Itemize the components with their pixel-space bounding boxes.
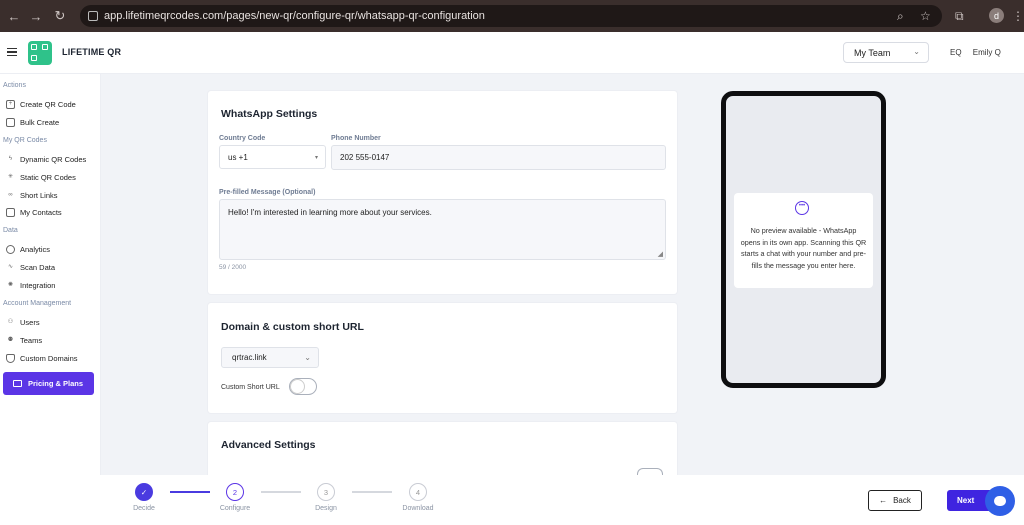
sidebar-item-static-qr[interactable]: ✳ Static QR Codes xyxy=(6,170,98,184)
sidebar-item-analytics[interactable]: Analytics xyxy=(6,242,98,256)
step-connector-2 xyxy=(261,491,301,493)
step-3-label: Design xyxy=(315,505,337,512)
address-bar[interactable]: app.lifetimeqrcodes.com/pages/new-qr/con… xyxy=(80,5,942,27)
user-initials: EQ xyxy=(950,48,962,57)
advanced-settings-card: Advanced Settings xyxy=(208,422,677,475)
sidebar-item-users[interactable]: ⚇ Users xyxy=(6,315,98,329)
grid-icon xyxy=(6,117,15,127)
users-icon: ⚉ xyxy=(7,337,14,343)
wizard-footer: ✓ Decide 2 Configure 3 Design 4 Download… xyxy=(0,475,1024,525)
section-actions: Actions xyxy=(3,82,26,89)
section-data: Data xyxy=(3,227,18,234)
custom-short-url-toggle[interactable] xyxy=(289,378,317,395)
section-account-management: Account Management xyxy=(3,300,72,307)
whatsapp-settings-card: WhatsApp Settings Country Code us +1 ▾ P… xyxy=(208,91,677,294)
step-connector-1 xyxy=(170,491,210,493)
integration-icon: ✺ xyxy=(7,282,14,288)
preview-message-box: ••• No preview available - WhatsApp open… xyxy=(734,193,873,288)
step-3-indicator[interactable]: 3 xyxy=(317,483,335,501)
pricing-plans-button[interactable]: Pricing & Plans xyxy=(3,372,94,395)
phone-preview: ••• No preview available - WhatsApp open… xyxy=(721,91,886,388)
user-name: Emily Q xyxy=(972,48,1001,57)
sidebar-item-integration[interactable]: ✺ Integration xyxy=(6,278,98,292)
back-arrow-icon[interactable]: ← xyxy=(6,8,22,24)
user-icon: ⚇ xyxy=(7,319,14,325)
static-icon: ✳ xyxy=(7,174,14,180)
link-icon: ∞ xyxy=(8,192,13,198)
step-2-label: Configure xyxy=(219,505,251,512)
sidebar: Actions + Create QR Code Bulk Create My Q… xyxy=(0,74,101,525)
contact-card-icon xyxy=(6,207,15,217)
sidebar-item-short-links[interactable]: ∞ Short Links xyxy=(6,188,98,202)
step-4-label: Download xyxy=(402,505,434,512)
chat-bubble-icon: ••• xyxy=(795,201,809,215)
sidebar-item-dynamic-qr[interactable]: ϟ Dynamic QR Codes xyxy=(6,152,98,166)
chevron-down-icon: ⌄ xyxy=(304,353,311,362)
activity-icon: ∿ xyxy=(7,264,14,270)
chevron-down-icon: ⌄ xyxy=(913,47,920,56)
main-content: WhatsApp Settings Country Code us +1 ▾ P… xyxy=(101,74,1024,475)
plus-square-icon: + xyxy=(6,99,15,109)
zoom-icon[interactable]: ⌕ xyxy=(897,9,904,23)
bolt-icon: ϟ xyxy=(8,156,13,162)
pie-chart-icon xyxy=(6,244,15,254)
sidebar-item-custom-domains[interactable]: Custom Domains xyxy=(6,351,98,365)
sidebar-item-teams[interactable]: ⚉ Teams xyxy=(6,333,98,347)
step-connector-3 xyxy=(352,491,392,493)
resize-handle-icon[interactable]: ◢ xyxy=(658,250,663,258)
user-menu[interactable]: EQ Emily Q xyxy=(950,48,1001,57)
browser-toolbar: ← → ↻ app.lifetimeqrcodes.com/pages/new-… xyxy=(0,0,1024,32)
domain-title: Domain & custom short URL xyxy=(221,321,364,333)
reload-icon[interactable]: ↻ xyxy=(52,8,68,24)
sidebar-item-my-contacts[interactable]: My Contacts xyxy=(6,205,98,219)
preview-text: No preview available - WhatsApp opens in… xyxy=(740,226,867,270)
back-button[interactable]: ← Back xyxy=(868,490,922,511)
domain-select[interactable]: qrtrac.link ⌄ xyxy=(221,347,319,368)
chat-widget-icon[interactable] xyxy=(985,486,1015,516)
bookmark-star-icon[interactable]: ☆ xyxy=(920,9,931,23)
hamburger-menu-icon[interactable] xyxy=(7,48,17,56)
sidebar-item-scan-data[interactable]: ∿ Scan Data xyxy=(6,260,98,274)
forward-arrow-icon[interactable]: → xyxy=(28,8,44,24)
advanced-toggle[interactable] xyxy=(637,468,663,475)
sidebar-item-bulk-create[interactable]: Bulk Create xyxy=(6,115,98,129)
team-select-value: My Team xyxy=(854,47,891,58)
shield-icon xyxy=(6,353,15,363)
step-2-indicator[interactable]: 2 xyxy=(226,483,244,501)
extensions-icon[interactable]: ⧉ xyxy=(955,9,964,23)
phone-number-input[interactable]: 202 555-0147 xyxy=(331,145,666,170)
message-textarea[interactable]: Hello! I'm interested in learning more a… xyxy=(219,199,666,260)
url-text: app.lifetimeqrcodes.com/pages/new-qr/con… xyxy=(104,10,485,22)
whatsapp-settings-title: WhatsApp Settings xyxy=(221,108,318,120)
custom-short-url-label: Custom Short URL xyxy=(221,384,280,391)
brand-name: LIFETIME QR xyxy=(62,47,122,57)
credit-card-icon xyxy=(13,380,22,387)
step-1-check-icon[interactable]: ✓ xyxy=(135,483,153,501)
section-my-qr-codes: My QR Codes xyxy=(3,137,47,144)
menu-dots-icon[interactable]: ⋮ xyxy=(1012,9,1024,23)
advanced-settings-title: Advanced Settings xyxy=(221,439,316,451)
caret-down-icon: ▾ xyxy=(314,154,318,161)
phone-number-label: Phone Number xyxy=(331,135,381,142)
logo[interactable] xyxy=(28,41,52,65)
domain-card: Domain & custom short URL qrtrac.link ⌄ … xyxy=(208,303,677,413)
step-4-indicator[interactable]: 4 xyxy=(409,483,427,501)
message-label: Pre-filled Message (Optional) xyxy=(219,189,316,196)
step-1-label: Decide xyxy=(133,505,155,512)
site-info-icon[interactable] xyxy=(88,11,98,21)
app-header: LIFETIME QR My Team ⌄ EQ Emily Q xyxy=(0,32,1024,74)
arrow-left-icon: ← xyxy=(879,496,888,505)
country-code-label: Country Code xyxy=(219,135,266,142)
team-select[interactable]: My Team ⌄ xyxy=(843,42,929,63)
character-counter: 59 / 2000 xyxy=(219,264,247,271)
sidebar-item-create-qr[interactable]: + Create QR Code xyxy=(6,97,98,111)
profile-avatar[interactable]: d xyxy=(989,8,1004,23)
country-code-select[interactable]: us +1 ▾ xyxy=(219,145,326,169)
